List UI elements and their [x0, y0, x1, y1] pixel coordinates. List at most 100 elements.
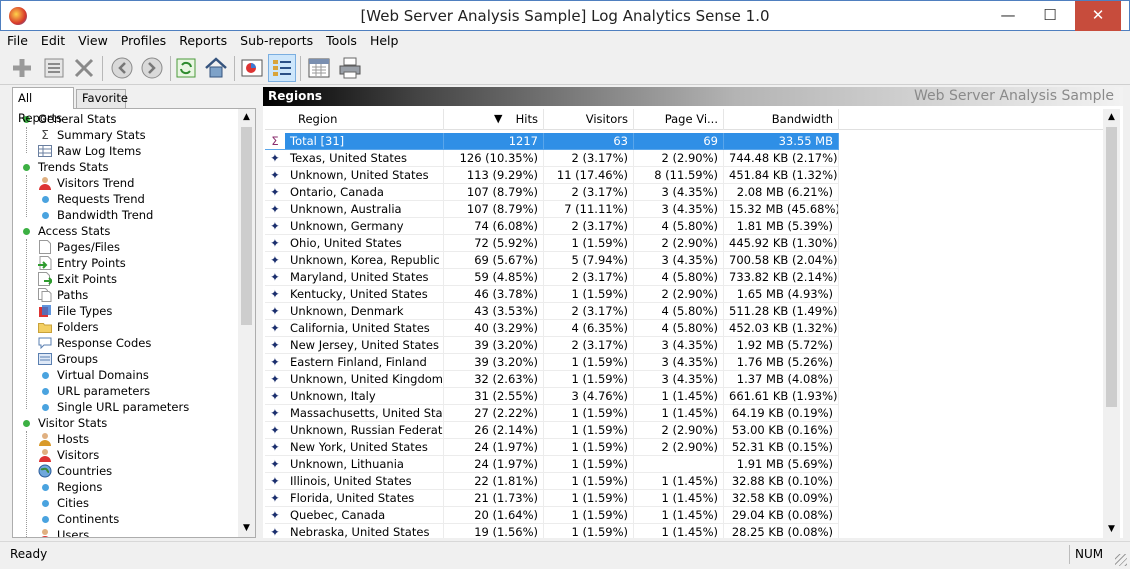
column-visitors[interactable]: Visitors	[544, 109, 634, 130]
cell-page-views: 1 (1.45%)	[634, 473, 724, 490]
tree-item-label: Regions	[57, 480, 103, 494]
tree-scrollbar[interactable]: ▲ ▼	[238, 109, 255, 537]
column-page-views[interactable]: Page Vi...	[634, 109, 724, 130]
table-row[interactable]: ✦ Nebraska, United States 19 (1.56%) 1 (1.5…	[265, 524, 1103, 538]
table-row[interactable]: ✦ Unknown, Korea, Republic of 69 (5.67%) 5 …	[265, 252, 1103, 269]
scroll-up-icon[interactable]: ▲	[238, 109, 255, 126]
list-icon[interactable]	[268, 54, 296, 82]
table-row[interactable]: ✦ Unknown, Australia 107 (8.79%) 7 (11.11%)…	[265, 201, 1103, 218]
tree-item-countries[interactable]: Countries	[37, 463, 112, 479]
tree-item-trends-stats[interactable]: Trends Stats	[18, 159, 108, 175]
tab-favorite[interactable]: Favorite	[76, 89, 128, 108]
menu-sub-reports[interactable]: Sub-reports	[233, 31, 319, 48]
tree-item-virtual-domains[interactable]: Virtual Domains	[37, 367, 149, 383]
table-row[interactable]: ✦ Massachusetts, United States 27 (2.22%) 1…	[265, 405, 1103, 422]
tree-item-requests-trend[interactable]: Requests Trend	[37, 191, 145, 207]
properties-icon[interactable]	[40, 54, 68, 82]
table-row[interactable]: ✦ Unknown, United Kingdom 32 (2.63%) 1 (1.5…	[265, 371, 1103, 388]
table-row[interactable]: ✦ California, United States 40 (3.29%) 4 (6…	[265, 320, 1103, 337]
table-row[interactable]: ✦ Ontario, Canada 107 (8.79%) 2 (3.17%) 3 (4…	[265, 184, 1103, 201]
tree-item-bandwidth-trend[interactable]: Bandwidth Trend	[37, 207, 153, 223]
cell-visitors: 2 (3.17%)	[544, 269, 634, 286]
table-icon	[37, 144, 53, 158]
table-row[interactable]: ✦ Unknown, Germany 74 (6.08%) 2 (3.17%) 4 (5…	[265, 218, 1103, 235]
forward-icon[interactable]	[138, 54, 166, 82]
maximize-button[interactable]: ☐	[1033, 1, 1067, 31]
tree-item-paths[interactable]: Paths	[37, 287, 88, 303]
table-row[interactable]: ✦ Florida, United States 21 (1.73%) 1 (1.59…	[265, 490, 1103, 507]
add-icon[interactable]	[8, 54, 36, 82]
tree-item-visitor-stats[interactable]: Visitor Stats	[18, 415, 107, 431]
grid-scroll-down-icon[interactable]: ▼	[1103, 521, 1120, 538]
table-row[interactable]: ✦ Unknown, Russian Federation 26 (2.14%) 1 …	[265, 422, 1103, 439]
menu-help[interactable]: Help	[363, 31, 405, 48]
tree-item-continents[interactable]: Continents	[37, 511, 119, 527]
table-row[interactable]: ✦ Texas, United States 126 (10.35%) 2 (3.17…	[265, 150, 1103, 167]
table-row[interactable]: ✦ Unknown, United States 113 (9.29%) 11 (17…	[265, 167, 1103, 184]
tree-item-entry-points[interactable]: Entry Points	[37, 255, 126, 271]
menu-tools[interactable]: Tools	[319, 31, 363, 48]
total-row[interactable]: Σ Total [31] 1217 63 69 33.55 MB	[265, 133, 1103, 150]
refresh-icon[interactable]	[172, 54, 200, 82]
region-icon: ✦	[265, 337, 285, 354]
column-hits[interactable]: ▼ Hits	[444, 109, 544, 130]
tree-item-regions[interactable]: Regions	[37, 479, 102, 495]
tree-item-visitors-trend[interactable]: Visitors Trend	[37, 175, 134, 191]
table-row[interactable]: ✦ Unknown, Italy 31 (2.55%) 3 (4.76%) 1 (1.4…	[265, 388, 1103, 405]
tree-item-cities[interactable]: Cities	[37, 495, 89, 511]
home-icon[interactable]	[202, 54, 230, 82]
cell-visitors: 1 (1.59%)	[544, 507, 634, 524]
grid-scrollbar[interactable]: ▲ ▼	[1103, 109, 1120, 538]
tab-all-reports[interactable]: All Reports	[12, 87, 74, 125]
menu-edit[interactable]: Edit	[34, 31, 71, 48]
tree-item-summary-stats[interactable]: Σ Summary Stats	[37, 127, 145, 143]
table-row[interactable]: ✦ Kentucky, United States 46 (3.78%) 1 (1.5…	[265, 286, 1103, 303]
delete-icon[interactable]	[70, 54, 98, 82]
table-row[interactable]: ✦ Unknown, Denmark 43 (3.53%) 2 (3.17%) 4 (5…	[265, 303, 1103, 320]
tree-item-response-codes[interactable]: Response Codes	[37, 335, 151, 351]
table-row[interactable]: ✦ Ohio, United States 72 (5.92%) 1 (1.59%) 2…	[265, 235, 1103, 252]
menu-profiles[interactable]: Profiles	[114, 31, 172, 48]
table-row[interactable]: ✦ Illinois, United States 22 (1.81%) 1 (1.5…	[265, 473, 1103, 490]
table-row[interactable]: ✦ Eastern Finland, Finland 39 (3.20%) 1 (1.…	[265, 354, 1103, 371]
calendar-icon[interactable]	[305, 54, 333, 82]
table-row[interactable]: ✦ Unknown, Lithuania 24 (1.97%) 1 (1.59%) 1.…	[265, 456, 1103, 473]
tree-item-pages-files[interactable]: Pages/Files	[37, 239, 120, 255]
table-row[interactable]: ✦ New York, United States 24 (1.97%) 1 (1.5…	[265, 439, 1103, 456]
print-icon[interactable]	[336, 54, 364, 82]
close-button[interactable]: ✕	[1075, 1, 1121, 31]
tree-item-exit-points[interactable]: Exit Points	[37, 271, 117, 287]
menu-reports[interactable]: Reports	[172, 31, 233, 48]
tree-item-users[interactable]: Users	[37, 527, 89, 537]
menu-file[interactable]: File	[0, 31, 34, 48]
table-row[interactable]: ✦ Quebec, Canada 20 (1.64%) 1 (1.59%) 1 (1.4…	[265, 507, 1103, 524]
grid-scroll-thumb[interactable]	[1106, 127, 1117, 407]
tree-item-groups[interactable]: Groups	[37, 351, 98, 367]
resize-grip-icon[interactable]	[1115, 554, 1127, 566]
minimize-button[interactable]: —	[991, 1, 1025, 31]
tree-item-single-url-parameters[interactable]: Single URL parameters	[37, 399, 189, 415]
tree-item-folders[interactable]: Folders	[37, 319, 99, 335]
cell-page-views: 3 (4.35%)	[634, 201, 724, 218]
chart-icon[interactable]	[238, 54, 266, 82]
tree-item-raw-log-items[interactable]: Raw Log Items	[37, 143, 141, 159]
column-bandwidth[interactable]: Bandwidth	[724, 109, 839, 130]
menu-view[interactable]: View	[71, 31, 114, 48]
tree-item-visitors[interactable]: Visitors	[37, 447, 99, 463]
tree-item-url-parameters[interactable]: URL parameters	[37, 383, 150, 399]
scroll-down-icon[interactable]: ▼	[238, 520, 255, 537]
grid-scroll-up-icon[interactable]: ▲	[1103, 109, 1120, 126]
report-panel: Regions Web Server Analysis Sample Regio…	[263, 87, 1123, 538]
column-region[interactable]: Region	[265, 109, 444, 130]
cell-region: Illinois, United States	[285, 473, 444, 490]
table-row[interactable]: ✦ Maryland, United States 59 (4.85%) 2 (3.1…	[265, 269, 1103, 286]
tree-item-label: Trends Stats	[38, 160, 109, 174]
table-row[interactable]: ✦ New Jersey, United States 39 (3.20%) 2 (3…	[265, 337, 1103, 354]
tree-scroll-thumb[interactable]	[241, 127, 252, 325]
back-icon[interactable]	[108, 54, 136, 82]
cell-page-views: 1 (1.45%)	[634, 405, 724, 422]
tree-item-hosts[interactable]: Hosts	[37, 431, 89, 447]
tree-item-file-types[interactable]: File Types	[37, 303, 112, 319]
tree-item-access-stats[interactable]: Access Stats	[18, 223, 110, 239]
green-dot-icon	[18, 160, 34, 174]
